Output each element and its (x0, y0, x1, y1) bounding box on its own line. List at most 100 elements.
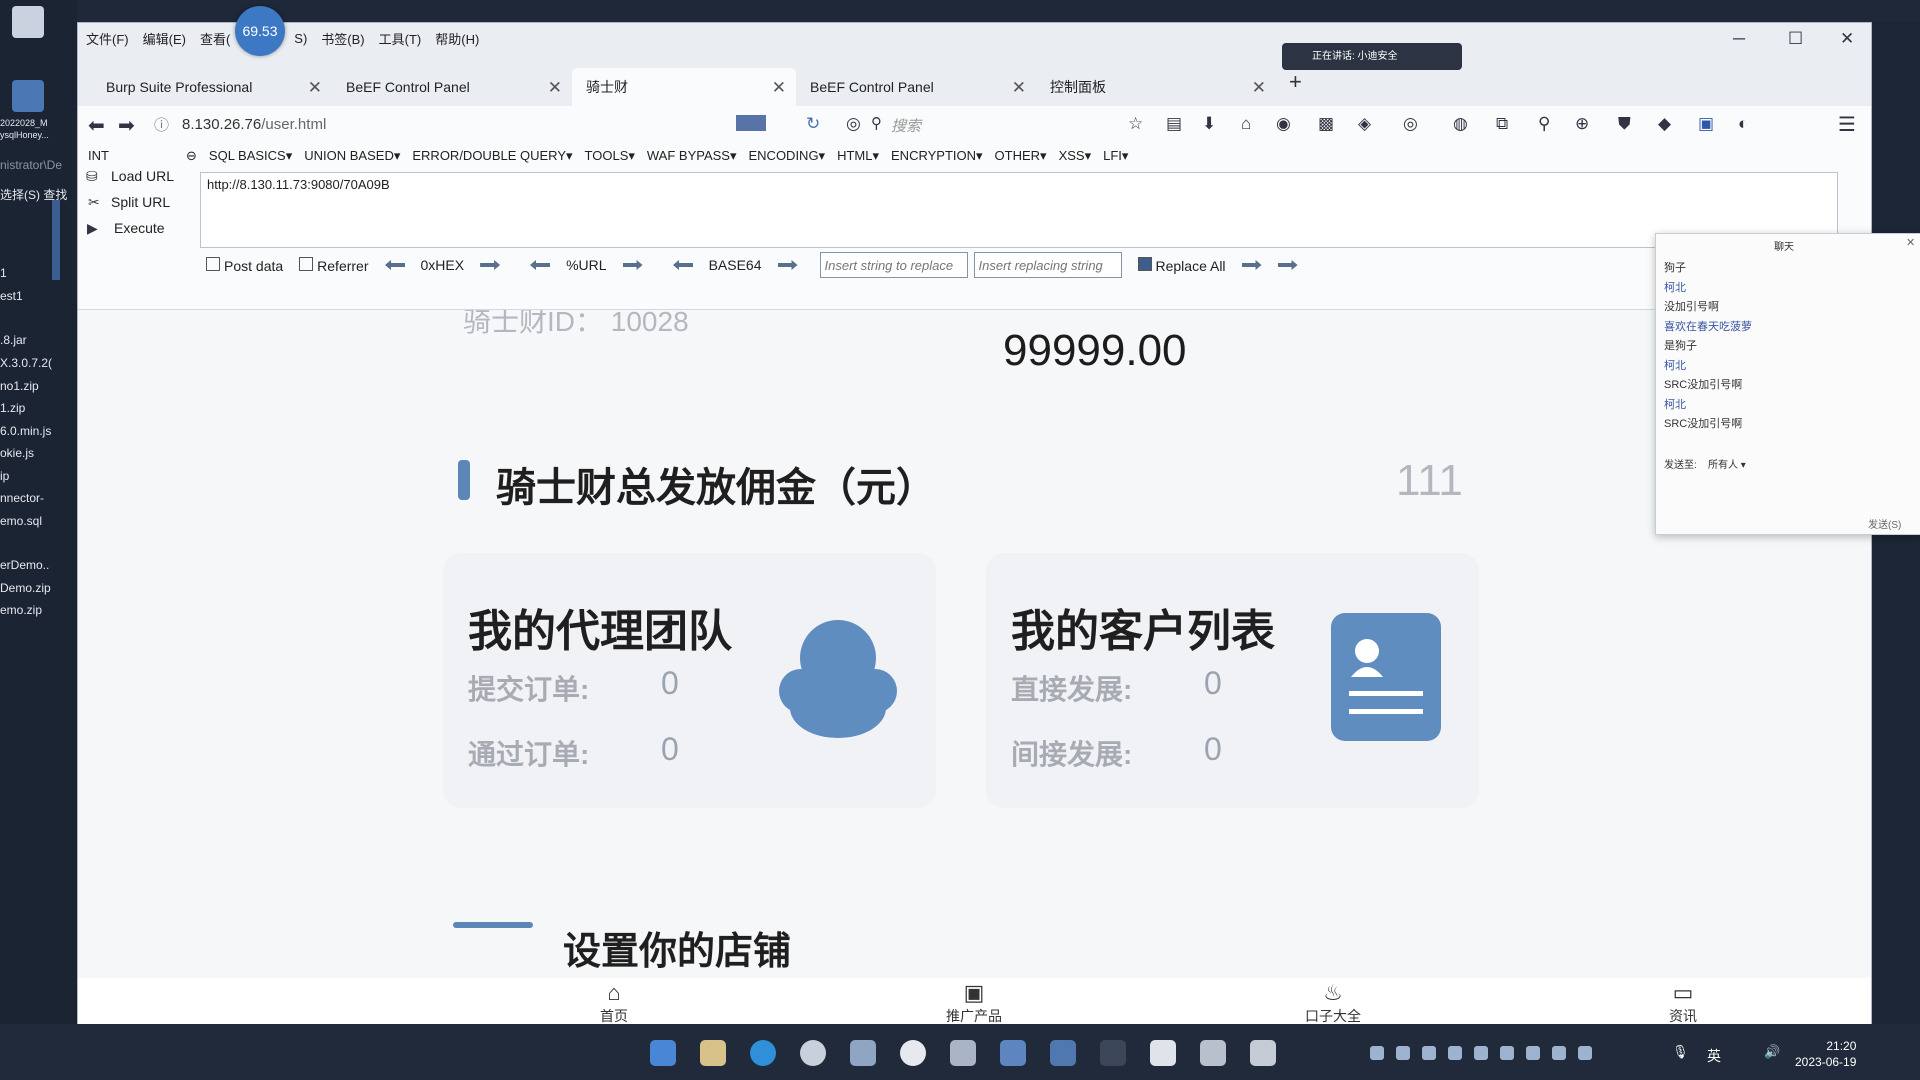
back-icon[interactable]: ⬅ (88, 113, 105, 138)
hackbar-menu-encoding[interactable]: ENCODING▾ (749, 148, 826, 164)
hackbar-menu-sql[interactable]: SQL BASICS▾ (209, 148, 292, 164)
hex-encode-arrow-icon[interactable] (480, 260, 501, 270)
maximize-icon[interactable]: ☐ (1788, 29, 1803, 49)
tab-control-panel[interactable]: 控制面板 ✕ (1036, 68, 1276, 106)
app-icon[interactable] (950, 1040, 976, 1066)
hackbar-menu-other[interactable]: OTHER▾ (995, 148, 1047, 164)
desktop-file[interactable]: est1 (0, 289, 23, 303)
globe-icon[interactable]: ◎ (846, 114, 861, 134)
close-tab-icon[interactable]: ✕ (548, 78, 562, 98)
hamburger-menu-icon[interactable]: ☰ (1838, 112, 1856, 137)
address-bar[interactable]: 8.130.26.76/user.html (182, 116, 326, 133)
app-icon[interactable] (1000, 1040, 1026, 1066)
url-decode-arrow-icon[interactable] (530, 260, 550, 270)
tray-icon[interactable] (1370, 1046, 1384, 1060)
desktop-file[interactable]: 1.zip (0, 401, 25, 415)
nav-news[interactable]: ▭ 资讯 (1643, 980, 1723, 1025)
tray-icon[interactable] (1578, 1046, 1592, 1060)
replace-all-button[interactable]: Replace All (1137, 256, 1226, 274)
hackbar-toggle-icon[interactable]: ⊖ (186, 148, 197, 164)
tray-icon[interactable] (1422, 1046, 1436, 1060)
close-tab-icon[interactable]: ✕ (1012, 78, 1026, 98)
hackbar-menu-encryption[interactable]: ENCRYPTION▾ (891, 148, 983, 164)
extension-icon[interactable]: ◐ (1738, 114, 1748, 134)
tab-beef-2[interactable]: BeEF Control Panel ✕ (796, 68, 1036, 106)
url-encode-arrow-icon[interactable] (622, 260, 643, 270)
extension-icon[interactable]: ⧉ (1496, 114, 1508, 134)
desktop-file[interactable]: nnector- (0, 491, 44, 505)
tray-icon[interactable] (1500, 1046, 1514, 1060)
load-url-icon[interactable]: ⛁ (86, 168, 98, 185)
clock[interactable]: 21:20 2023-06-19 (1795, 1038, 1856, 1070)
volume-icon[interactable]: 🔊 (1764, 1044, 1780, 1060)
minimize-icon[interactable]: ─ (1733, 29, 1745, 49)
menu-file[interactable]: 文件(F) (86, 29, 129, 48)
desktop-file[interactable]: ysqlHoney... (0, 130, 49, 140)
extension-icon[interactable]: ▣ (1698, 114, 1714, 134)
recycle-bin-icon[interactable] (12, 6, 44, 38)
app-icon[interactable] (1100, 1040, 1126, 1066)
menu-help[interactable]: 帮助(H) (435, 29, 479, 48)
customer-list-card[interactable]: 我的客户列表 直接发展: 0 间接发展: 0 (986, 553, 1479, 808)
hackbar-type-select[interactable]: INT (88, 148, 174, 164)
close-window-icon[interactable]: ✕ (1840, 29, 1854, 49)
hex-decode-arrow-icon[interactable] (385, 260, 405, 270)
zip-file-icon[interactable] (12, 80, 44, 112)
extension-icon[interactable]: ◎ (1403, 114, 1418, 134)
close-tab-icon[interactable]: ✕ (1252, 78, 1266, 98)
desktop-file[interactable]: X.3.0.7.2( (0, 356, 52, 370)
reader-icon[interactable]: ▤ (1166, 114, 1182, 134)
menu-view[interactable]: 查看( (200, 29, 230, 48)
extension-icon[interactable]: ◈ (1358, 114, 1371, 134)
execute-icon[interactable]: ▶ (87, 220, 98, 237)
nav-loans[interactable]: ♨ 口子大全 (1293, 980, 1373, 1025)
search-input[interactable]: 搜索 (891, 115, 921, 136)
tray-icon[interactable] (1474, 1046, 1488, 1060)
tab-burp[interactable]: Burp Suite Professional ✕ (92, 68, 332, 106)
desktop-file[interactable]: Demo.zip (0, 581, 51, 595)
flag-icon[interactable] (736, 115, 766, 131)
hackbar-menu-xss[interactable]: XSS▾ (1059, 148, 1092, 164)
hackbar-url-textarea[interactable]: http://8.130.11.73:9080/70A09B (200, 172, 1838, 248)
file-explorer-icon[interactable] (700, 1040, 726, 1066)
zoom-icon[interactable]: ⚲ (1538, 114, 1550, 134)
desktop-file[interactable]: emo.sql (0, 514, 42, 528)
hackbar-menu-lfi[interactable]: LFI▾ (1103, 148, 1128, 164)
download-icon[interactable]: ⬇ (1202, 114, 1216, 134)
send-to-select[interactable]: 所有人 ▾ (1708, 456, 1746, 471)
desktop-file[interactable]: okie.js (0, 446, 34, 460)
extension-icon[interactable]: ⊕ (1575, 114, 1589, 134)
hackbar-menu-waf[interactable]: WAF BYPASS▾ (647, 148, 737, 164)
tray-icon[interactable] (1552, 1046, 1566, 1060)
split-url-button[interactable]: Split URL (111, 194, 170, 210)
menu-history[interactable]: S) (294, 31, 307, 46)
agent-team-card[interactable]: 我的代理团队 提交订单: 0 通过订单: 0 (443, 553, 936, 808)
close-tab-icon[interactable]: ✕ (772, 78, 786, 98)
menu-bookmarks[interactable]: 书签(B) (321, 29, 364, 48)
load-url-button[interactable]: Load URL (111, 168, 174, 184)
tray-icon[interactable] (1526, 1046, 1540, 1060)
desktop-file[interactable]: ip (0, 469, 9, 483)
extension-icon[interactable]: ◉ (1276, 114, 1291, 134)
extension-icon[interactable]: ▩ (1318, 114, 1334, 134)
base64-decode-arrow-icon[interactable] (673, 260, 693, 270)
desktop-file[interactable]: 6.0.min.js (0, 424, 51, 438)
bookmark-star-icon[interactable]: ☆ (1128, 114, 1143, 134)
desktop-file[interactable]: 1 (0, 266, 7, 280)
post-data-checkbox[interactable]: Post data (206, 256, 283, 274)
hackbar-menu-tools[interactable]: TOOLS▾ (585, 148, 635, 164)
desktop-file[interactable]: 2022028_M (0, 118, 48, 128)
replace-arrow-icon[interactable] (1241, 260, 1262, 270)
replace-arrow-icon[interactable] (1277, 260, 1298, 270)
edge-icon[interactable] (750, 1040, 776, 1066)
hackbar-menu-html[interactable]: HTML▾ (837, 148, 879, 164)
replace-search-input[interactable] (819, 252, 968, 278)
base64-encode-arrow-icon[interactable] (777, 260, 798, 270)
tab-qishicai[interactable]: 骑士财 ✕ (572, 68, 796, 106)
new-tab-button[interactable]: + (1289, 69, 1302, 95)
microphone-icon[interactable]: 🎙 (1672, 1044, 1689, 1060)
replace-with-input[interactable] (973, 252, 1122, 278)
app-icon[interactable] (1050, 1040, 1076, 1066)
tray-icon[interactable] (1448, 1046, 1462, 1060)
desktop-file[interactable]: no1.zip (0, 379, 39, 393)
